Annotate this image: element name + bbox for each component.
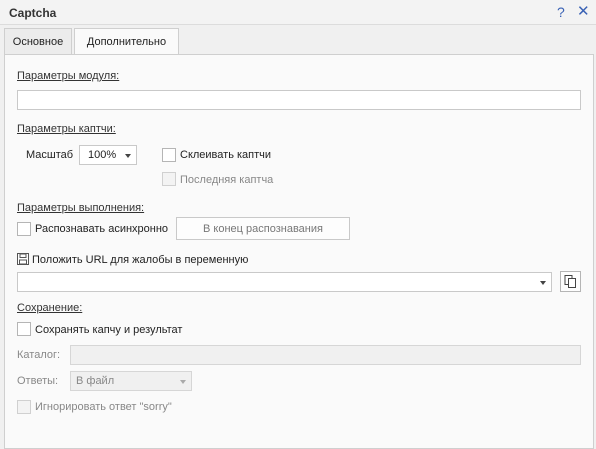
glue-label: Склеивать каптчи [180, 149, 272, 161]
save-captcha-label: Сохранять капчу и результат [35, 324, 183, 336]
async-checkbox[interactable] [17, 222, 31, 236]
copy-icon [561, 275, 580, 294]
title-bar: Captcha ? ✕ [0, 0, 596, 25]
save-captcha-checkbox[interactable] [17, 322, 31, 336]
scale-select[interactable]: 100% [79, 145, 137, 165]
saving-title: Сохранение: [17, 302, 83, 314]
module-params-input[interactable] [17, 90, 581, 110]
url-complaint-label: Положить URL для жалобы в переменную [32, 254, 249, 266]
window-title: Captcha [9, 6, 57, 20]
help-icon[interactable]: ? [557, 3, 565, 21]
scale-value: 100% [88, 149, 117, 161]
last-captcha-checkbox[interactable] [162, 172, 176, 186]
last-captcha-label: Последняя каптча [180, 174, 274, 186]
chevron-down-icon [180, 380, 186, 384]
answers-value: В файл [76, 375, 115, 387]
catalog-input[interactable] [70, 345, 581, 365]
answers-label: Ответы: [17, 375, 59, 387]
captcha-params-title: Параметры каптчи: [17, 123, 116, 135]
chevron-down-icon [540, 281, 546, 285]
end-recognition-button[interactable]: В конец распознавания [176, 217, 350, 240]
answers-select[interactable]: В файл [70, 371, 192, 391]
catalog-label: Каталог: [17, 349, 61, 361]
execution-params-title: Параметры выполнения: [17, 202, 145, 214]
scale-label: Масштаб [26, 149, 74, 161]
copy-button[interactable] [560, 271, 581, 292]
ignore-sorry-checkbox[interactable] [17, 400, 31, 414]
close-icon[interactable]: ✕ [577, 3, 590, 21]
ignore-sorry-label: Игнорировать ответ "sorry" [35, 401, 172, 413]
tab-additional[interactable]: Дополнительно [74, 28, 179, 56]
tab-main[interactable]: Основное [4, 28, 72, 55]
async-label: Распознавать асинхронно [35, 223, 169, 235]
chevron-down-icon [125, 154, 131, 158]
url-variable-select[interactable] [17, 272, 552, 292]
floppy-icon [17, 253, 29, 265]
module-params-title: Параметры модуля: [17, 70, 120, 82]
glue-checkbox[interactable] [162, 148, 176, 162]
